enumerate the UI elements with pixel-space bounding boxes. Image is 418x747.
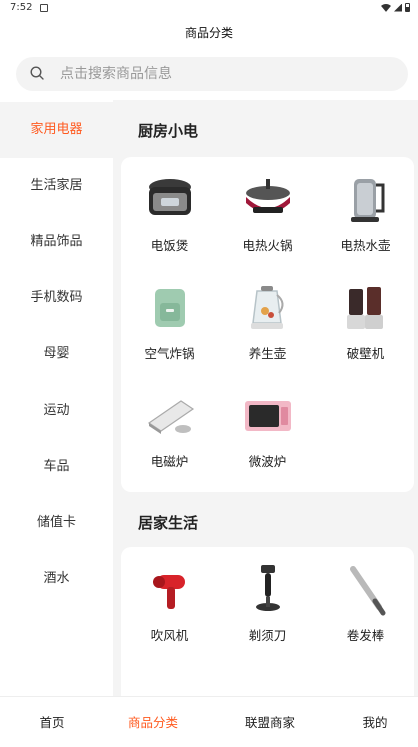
product-curling-iron[interactable]: 卷发棒 bbox=[317, 547, 414, 653]
curling-iron-icon bbox=[350, 566, 386, 616]
product-label: 空气炸锅 bbox=[144, 346, 195, 361]
product-microwave[interactable]: 微波炉 bbox=[219, 373, 316, 479]
search-input[interactable]: 点击搜索商品信息 bbox=[16, 57, 408, 91]
status-time: 7:52 bbox=[10, 2, 33, 13]
tab-home[interactable]: 首页 bbox=[0, 697, 104, 747]
product-label: 吹风机 bbox=[150, 628, 189, 643]
sidebar-item-stored-value-card[interactable]: 储值卡 bbox=[0, 495, 113, 551]
section-title-home-living: 居家生活 bbox=[138, 514, 199, 532]
tab-categories[interactable]: 商品分类 bbox=[101, 697, 205, 747]
induction-cooker-icon bbox=[147, 400, 195, 434]
sidebar-item-home-appliances[interactable]: 家用电器 bbox=[0, 102, 113, 158]
wifi-icon bbox=[381, 4, 391, 12]
signal-icon bbox=[394, 3, 402, 12]
sidebar-item-sports[interactable]: 运动 bbox=[0, 383, 113, 439]
product-label: 养生壶 bbox=[248, 346, 287, 361]
tab-mine[interactable]: 我的 bbox=[323, 697, 418, 747]
product-label: 卷发棒 bbox=[346, 628, 385, 643]
bottom-tab-bar: 首页 商品分类 联盟商家 我的 bbox=[0, 696, 418, 747]
product-label: 破壁机 bbox=[346, 346, 385, 361]
shaver-icon bbox=[256, 565, 280, 611]
product-label: 剃须刀 bbox=[248, 628, 287, 643]
product-kettle[interactable]: 电热水壶 bbox=[317, 157, 414, 263]
product-shaver[interactable]: 剃须刀 bbox=[219, 547, 316, 653]
product-health-pot[interactable]: 养生壶 bbox=[219, 265, 316, 371]
search-bar: 点击搜索商品信息 bbox=[0, 48, 418, 100]
notification-icon bbox=[40, 4, 48, 12]
kettle-icon bbox=[351, 179, 385, 222]
battery-icon bbox=[405, 3, 410, 12]
product-label: 电热水壶 bbox=[340, 238, 391, 253]
product-hair-dryer[interactable]: 吹风机 bbox=[121, 547, 218, 653]
product-label: 微波炉 bbox=[248, 454, 287, 469]
section-title-kitchen: 厨房小电 bbox=[138, 122, 199, 140]
product-label: 电磁炉 bbox=[150, 454, 189, 469]
page-title: 商品分类 bbox=[0, 18, 418, 48]
air-fryer-icon bbox=[155, 289, 185, 327]
sidebar-item-baby[interactable]: 母婴 bbox=[0, 326, 113, 382]
category-content: 厨房小电 电饭煲 电热火锅 电热水壶 空气炸锅 养生壶 破壁机 电磁炉 微波炉 … bbox=[113, 100, 418, 696]
microwave-icon bbox=[245, 401, 291, 431]
home-living-product-grid: 吹风机 剃须刀 卷发棒 bbox=[121, 547, 414, 696]
sidebar-item-car[interactable]: 车品 bbox=[0, 439, 113, 495]
tab-partner-merchants[interactable]: 联盟商家 bbox=[218, 697, 322, 747]
kitchen-product-grid: 电饭煲 电热火锅 电热水壶 空气炸锅 养生壶 破壁机 电磁炉 微波炉 bbox=[121, 157, 414, 492]
blender-icon bbox=[347, 287, 383, 329]
sidebar-item-drinks[interactable]: 酒水 bbox=[0, 551, 113, 607]
product-label: 电热火锅 bbox=[242, 238, 293, 253]
hair-dryer-icon bbox=[153, 575, 185, 609]
product-air-fryer[interactable]: 空气炸锅 bbox=[121, 265, 218, 371]
product-blender[interactable]: 破壁机 bbox=[317, 265, 414, 371]
product-hot-pot[interactable]: 电热火锅 bbox=[219, 157, 316, 263]
category-sidebar: 家用电器 生活家居 精品饰品 手机数码 母婴 运动 车品 储值卡 酒水 bbox=[0, 100, 113, 700]
product-rice-cooker[interactable]: 电饭煲 bbox=[121, 157, 218, 263]
sidebar-item-digital[interactable]: 手机数码 bbox=[0, 270, 113, 326]
health-pot-icon bbox=[251, 286, 284, 329]
hot-pot-icon bbox=[246, 179, 290, 213]
status-bar: 7:52 bbox=[0, 0, 418, 18]
rice-cooker-icon bbox=[149, 179, 191, 215]
search-icon bbox=[30, 66, 44, 80]
sidebar-item-accessories[interactable]: 精品饰品 bbox=[0, 214, 113, 270]
system-icons bbox=[381, 3, 410, 12]
sidebar-item-living-home[interactable]: 生活家居 bbox=[0, 158, 113, 214]
product-induction-cooker[interactable]: 电磁炉 bbox=[121, 373, 218, 479]
product-label: 电饭煲 bbox=[150, 238, 189, 253]
search-placeholder: 点击搜索商品信息 bbox=[60, 66, 172, 82]
